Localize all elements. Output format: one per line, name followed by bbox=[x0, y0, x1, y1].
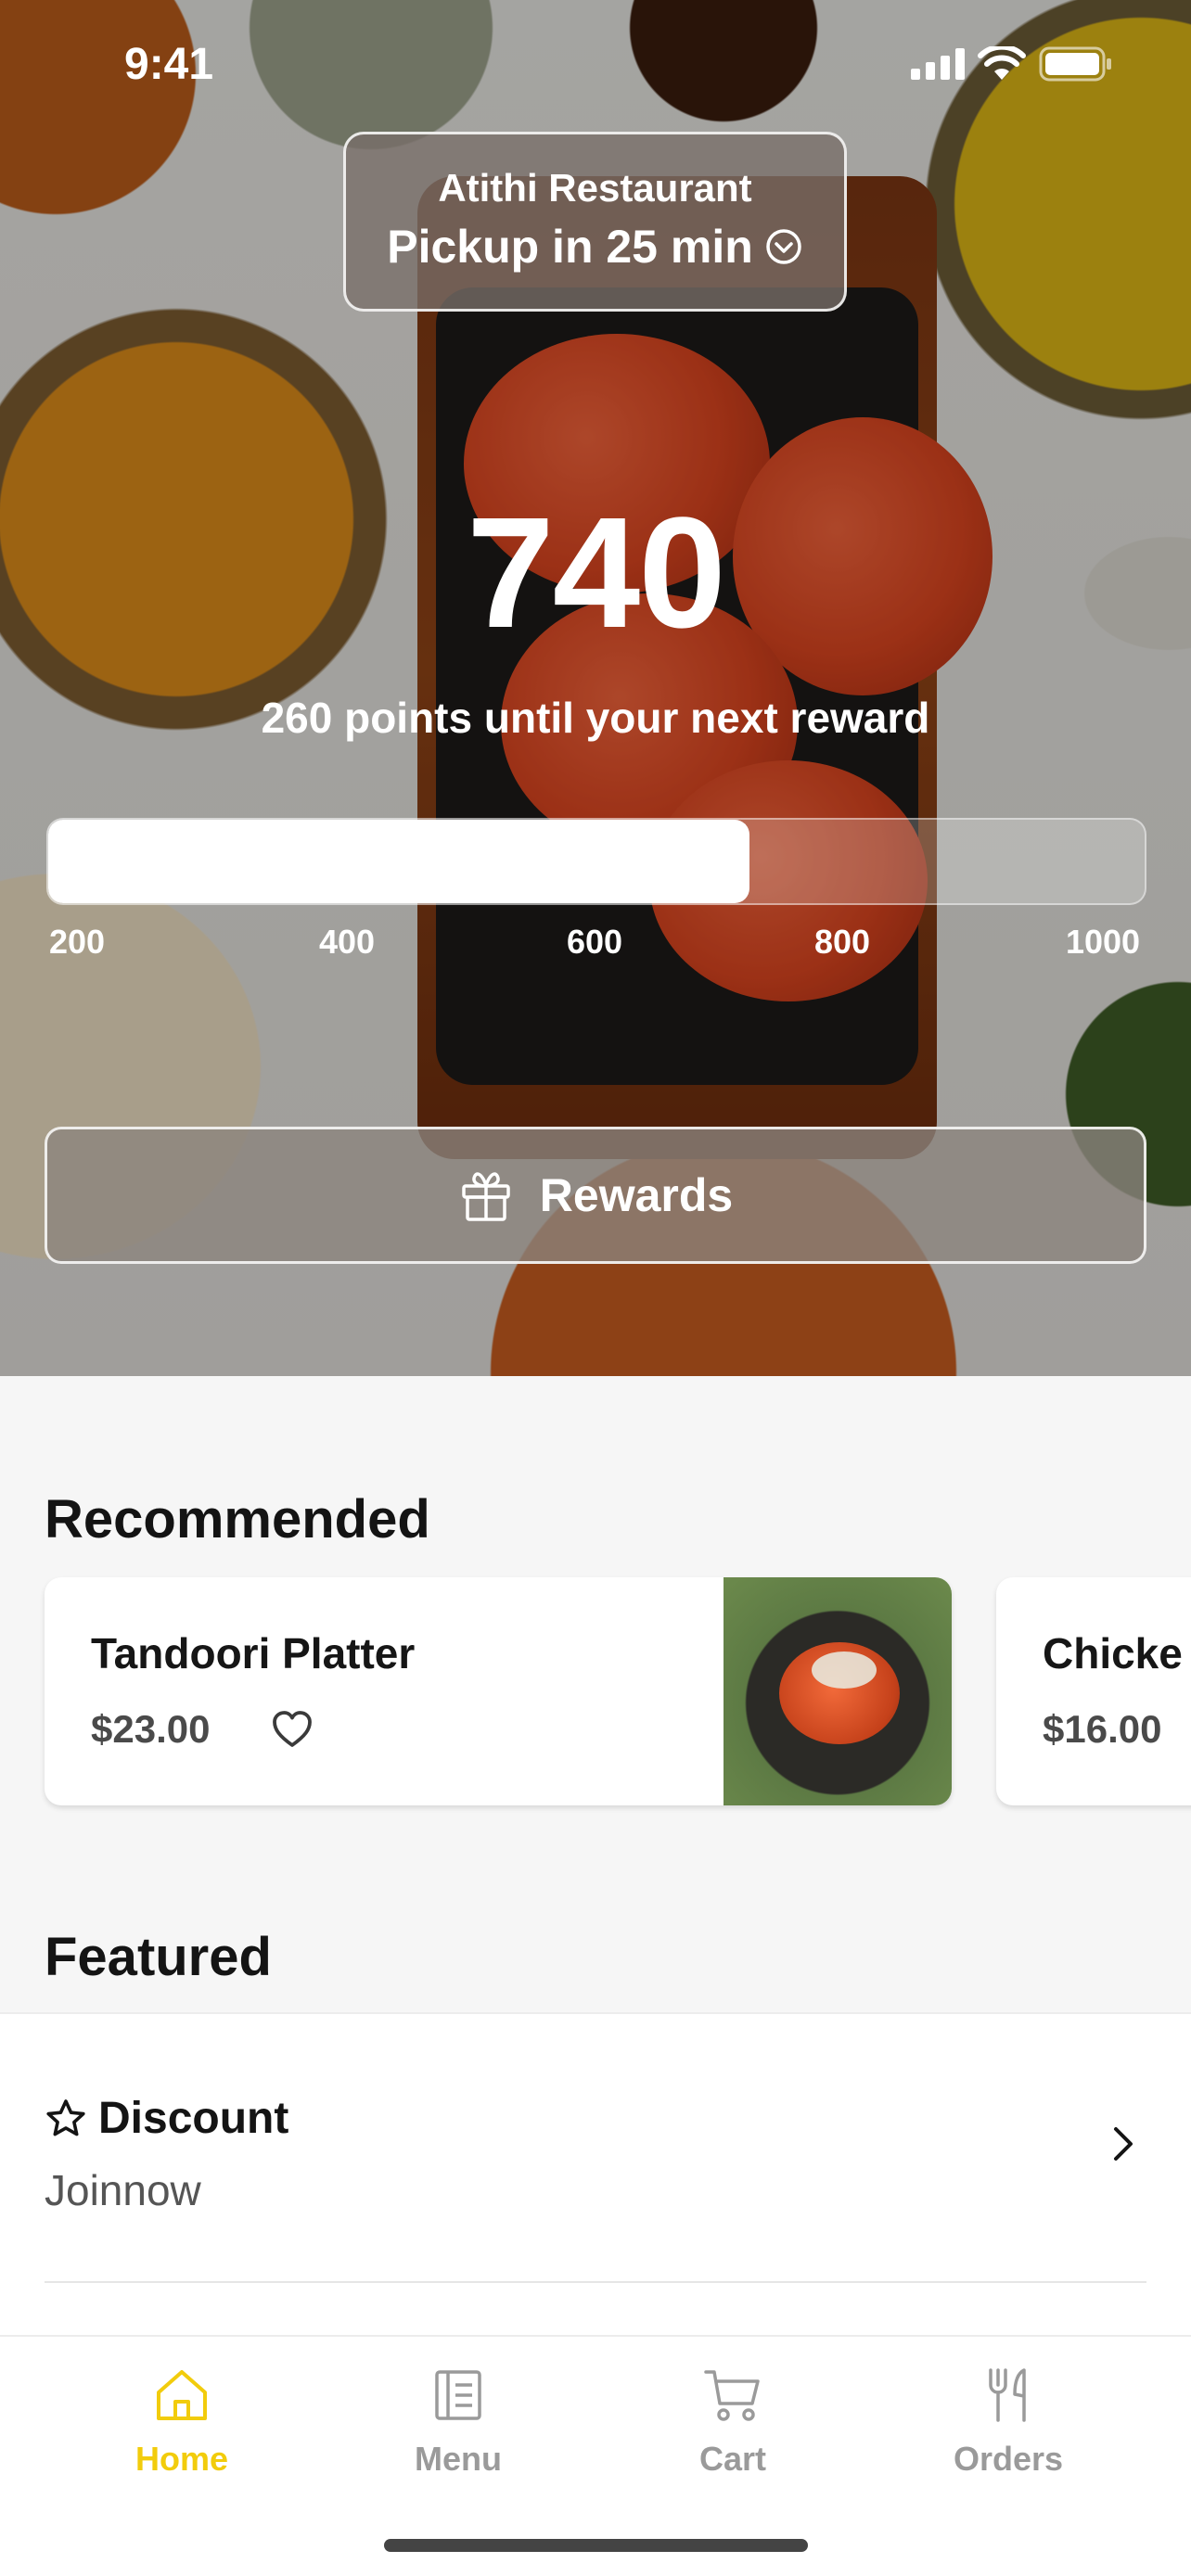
hero-banner: 9:41 Atithi Restaurant Pickup in 25 min bbox=[0, 0, 1191, 1376]
progress-tick-label: 1000 bbox=[1065, 923, 1141, 961]
home-indicator bbox=[384, 2539, 808, 2552]
tab-menu-label: Menu bbox=[415, 2440, 502, 2478]
featured-item-header: Discount bbox=[45, 2093, 288, 2144]
featured-item-subtitle: Joinnow bbox=[45, 2166, 201, 2214]
rewards-button[interactable]: Rewards bbox=[45, 1127, 1146, 1264]
rewards-button-label: Rewards bbox=[539, 1169, 734, 1221]
recommended-item-price: $23.00 bbox=[91, 1707, 211, 1751]
star-icon bbox=[46, 2098, 85, 2136]
wifi-icon bbox=[978, 46, 1026, 80]
utensils-icon bbox=[989, 2368, 1026, 2422]
status-icons bbox=[911, 46, 1113, 82]
points-progress-bar bbox=[46, 818, 1146, 905]
featured-list: Discount Joinnow bbox=[0, 2012, 1191, 2337]
recommended-item-name: Chicke bbox=[1043, 1629, 1183, 1677]
progress-tick-label: 800 bbox=[813, 923, 871, 961]
tab-menu[interactable]: Menu bbox=[356, 2365, 560, 2479]
chevron-down-circle-icon bbox=[766, 229, 801, 264]
tab-orders-label: Orders bbox=[953, 2440, 1064, 2478]
home-icon bbox=[157, 2370, 207, 2420]
tab-home-label: Home bbox=[134, 2440, 229, 2478]
points-value: 740 bbox=[467, 485, 726, 661]
featured-item-title: Discount bbox=[98, 2094, 289, 2143]
progress-tick-label: 600 bbox=[566, 923, 623, 961]
points-progress-fill bbox=[48, 820, 750, 903]
tab-orders[interactable]: Orders bbox=[906, 2365, 1110, 2479]
recommended-title: Recommended bbox=[45, 1489, 430, 1549]
battery-icon bbox=[1039, 46, 1111, 82]
menu-icon bbox=[435, 2370, 481, 2420]
cart-icon bbox=[704, 2370, 760, 2421]
chevron-right-icon bbox=[1114, 2127, 1133, 2161]
recommended-item-price: $16.00 bbox=[1043, 1707, 1162, 1751]
progress-tick-label: 200 bbox=[48, 923, 106, 961]
pickup-time: Pickup in 25 min bbox=[387, 221, 753, 273]
restaurant-name: Atithi Restaurant bbox=[438, 166, 752, 210]
progress-tick-label: 400 bbox=[318, 923, 376, 961]
heart-icon[interactable] bbox=[270, 1707, 314, 1752]
tab-cart-label: Cart bbox=[698, 2440, 767, 2478]
restaurant-selector[interactable]: Atithi Restaurant Pickup in 25 min bbox=[343, 132, 847, 312]
featured-item[interactable]: Discount Joinnow bbox=[45, 2014, 1146, 2283]
recommended-item-name: Tandoori Platter bbox=[91, 1629, 416, 1677]
pickup-row: Pickup in 25 min bbox=[346, 220, 844, 274]
food-image-detail bbox=[812, 1651, 877, 1689]
recommended-card[interactable]: Chicke $16.00 bbox=[996, 1577, 1191, 1805]
featured-title: Featured bbox=[45, 1927, 272, 1987]
tab-home[interactable]: Home bbox=[80, 2365, 284, 2479]
points-caption: 260 points until your next reward bbox=[261, 694, 930, 742]
signal-icon bbox=[911, 48, 965, 80]
recommended-item-image bbox=[724, 1577, 952, 1805]
tab-cart[interactable]: Cart bbox=[631, 2365, 835, 2479]
gift-icon bbox=[462, 1172, 510, 1221]
recommended-card[interactable]: Tandoori Platter $23.00 bbox=[45, 1577, 952, 1805]
status-time: 9:41 bbox=[124, 40, 214, 89]
